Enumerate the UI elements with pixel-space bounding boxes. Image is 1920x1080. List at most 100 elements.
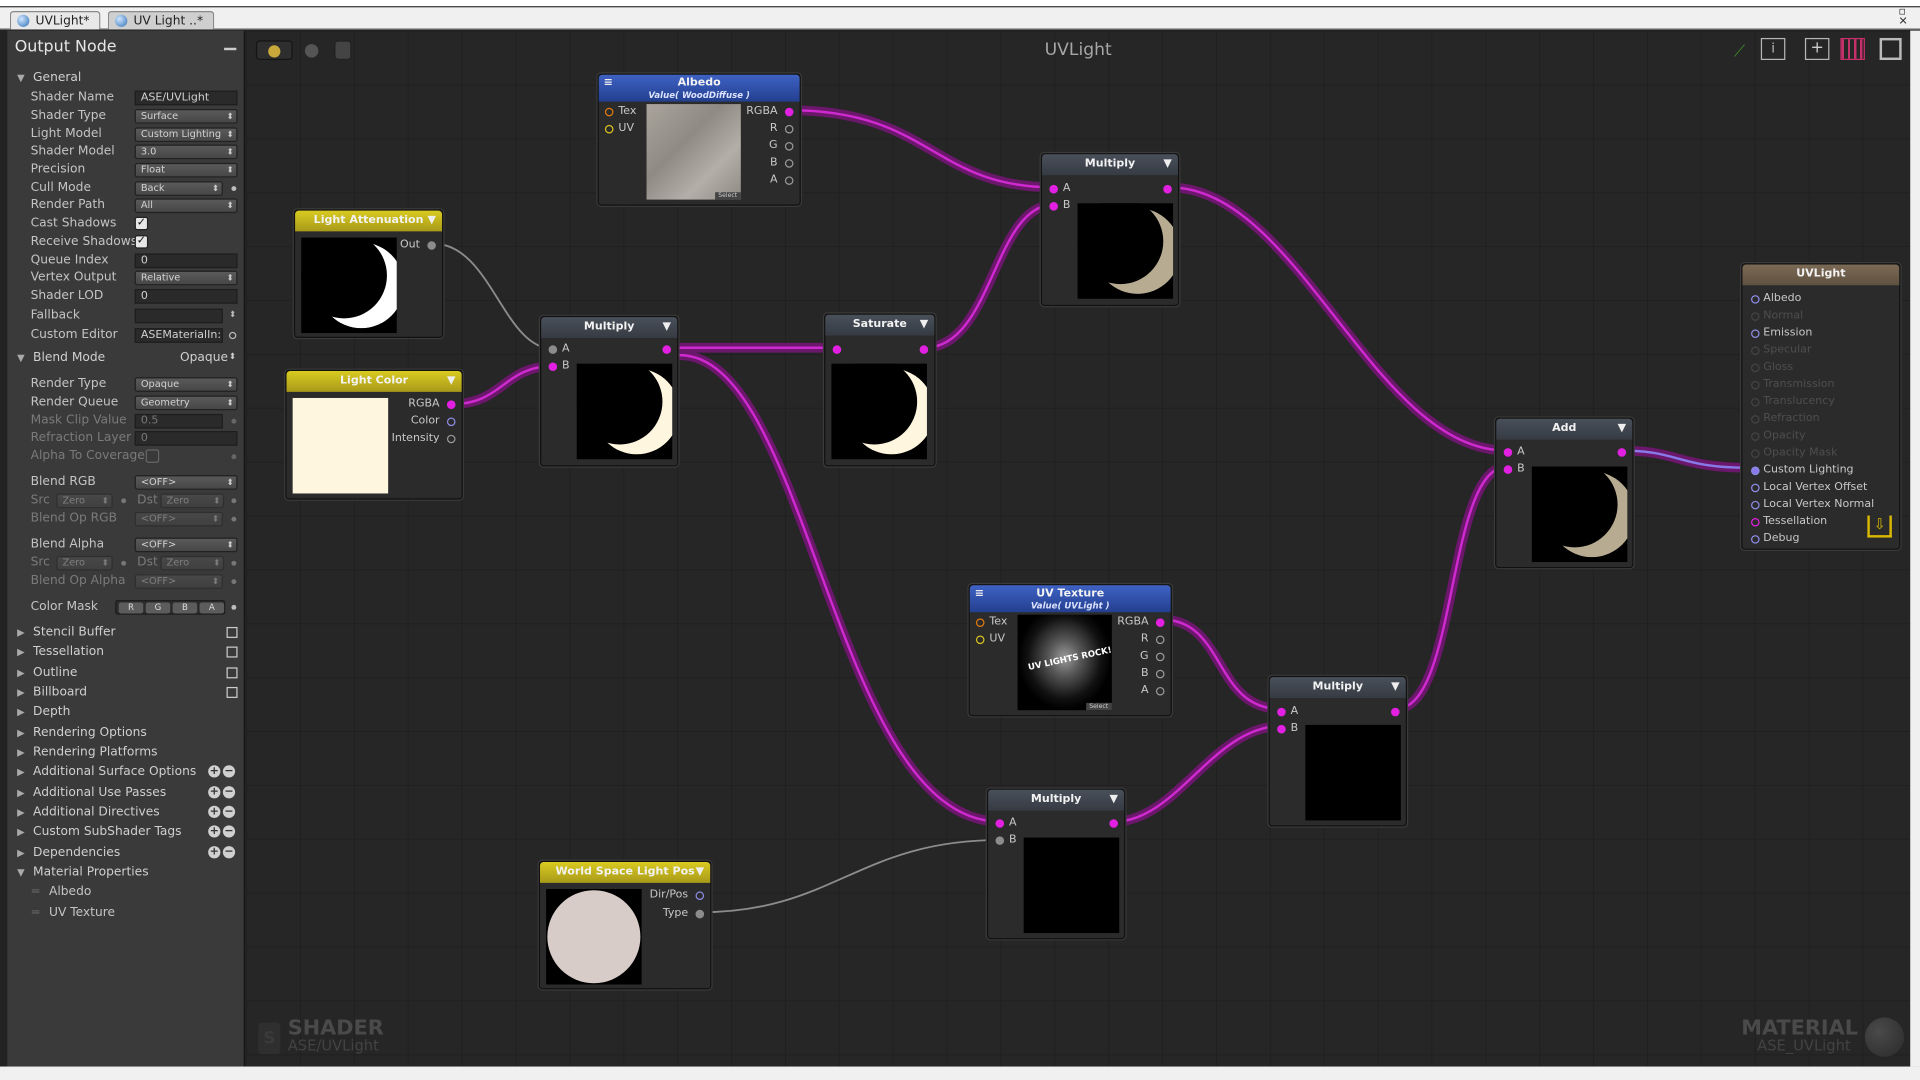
output-pin-icon[interactable] [919,345,929,354]
output-pin-icon[interactable] [662,345,672,354]
input-pin-icon[interactable] [1277,724,1286,734]
remove-icon[interactable]: − [222,846,236,859]
mask-clip-field[interactable]: 0.5 [134,413,223,429]
saturate-node[interactable]: Saturate ▼ [824,313,936,467]
inline-property-dot-icon[interactable] [231,454,237,460]
output-pin-icon[interactable] [446,400,456,409]
world-space-light-pos-node[interactable]: World Space Light Pos ▼ Dir/Pos Type [538,860,712,990]
tab-uvlight[interactable]: UVLight* [9,11,101,30]
section-additional-directives[interactable]: ▶ Additional Directives + − [7,803,245,823]
node-header[interactable]: World Space Light Pos ▼ [540,862,711,883]
color-mask-r-toggle[interactable]: R [118,602,144,614]
chevron-down-icon[interactable]: ▼ [663,317,671,337]
blend-mode-value[interactable]: Opaque [180,351,228,364]
color-mask-b-toggle[interactable]: B [172,602,198,614]
output-pin-icon[interactable] [427,241,436,250]
add-icon[interactable]: + [208,825,221,838]
node-header[interactable]: Multiply ▼ [1042,154,1178,176]
output-pin-icon[interactable] [1391,707,1400,717]
select-texture-button[interactable]: Select [714,192,741,200]
input-pin-icon[interactable] [1751,312,1760,321]
inline-property-dot-icon[interactable] [231,498,237,504]
multiply-node[interactable]: Multiply ▼ A B [1268,675,1407,827]
input-pin-icon[interactable] [1503,465,1513,474]
output-pin-icon[interactable] [784,107,794,117]
section-blend-mode[interactable]: ▼ Blend Mode Opaque ⬍ [7,349,245,369]
enable-checkbox[interactable] [226,626,238,638]
shader-type-dropdown[interactable]: Surface [134,108,238,124]
node-header[interactable]: Light Attenuation ▼ [295,210,443,232]
receive-shadows-checkbox[interactable]: ✓ [134,235,149,249]
output-pin-icon[interactable] [784,176,794,185]
chevron-down-icon[interactable]: ▼ [920,315,928,335]
output-pin-icon[interactable] [1617,448,1627,457]
dst-alpha-dropdown[interactable]: Zero [160,555,225,571]
input-pin-icon[interactable] [1751,517,1760,527]
render-queue-dropdown[interactable]: Geometry [134,395,238,411]
input-pin-icon[interactable] [1751,466,1760,476]
section-rendering-platforms[interactable]: ▶ Rendering Platforms [7,743,245,763]
section-additional-use-passes[interactable]: ▶ Additional Use Passes + − [7,784,245,804]
input-pin-icon[interactable] [1049,184,1058,194]
chevron-down-icon[interactable]: ▼ [1163,154,1171,174]
cast-shadows-checkbox[interactable]: ✓ [134,216,149,231]
input-pin-icon[interactable] [1751,500,1760,510]
multiply-node[interactable]: Multiply ▼ A B [1040,153,1180,307]
inline-property-dot-icon[interactable] [121,498,127,504]
material-property-item[interactable]: ═ UV Texture [7,905,245,922]
output-pin-icon[interactable] [1155,635,1165,645]
output-pin-icon[interactable] [695,891,705,901]
node-header[interactable]: Multiply ▼ [988,789,1125,811]
section-rendering-options[interactable]: ▶ Rendering Options [7,724,245,744]
refraction-layer-field[interactable]: 0 [134,431,238,446]
input-pin-icon[interactable] [1751,432,1760,441]
input-pin-icon[interactable] [975,635,985,645]
add-icon[interactable]: + [208,765,221,778]
input-pin-icon[interactable] [1751,535,1760,544]
reset-custom-editor-icon[interactable] [228,331,237,340]
hamburger-menu-icon[interactable]: ≡ [975,588,984,600]
input-pin-icon[interactable] [1751,449,1760,458]
inline-property-dot-icon[interactable] [231,579,237,585]
uv-texture-node[interactable]: ≡ UV Texture Value( UVLight ) Tex UV UV … [968,584,1172,717]
blend-alpha-dropdown[interactable]: <OFF> [134,537,238,553]
drag-handle-icon[interactable]: ═ [32,885,39,898]
remove-icon[interactable]: − [222,765,236,778]
blend-op-rgb-dropdown[interactable]: <OFF> [134,511,223,527]
add-node[interactable]: Add ▼ A B [1495,417,1634,569]
section-additional-surface-options[interactable]: ▶ Additional Surface Options + − [7,763,245,783]
color-mask-g-toggle[interactable]: G [145,602,171,614]
download-icon[interactable]: ⇩ [1867,515,1892,538]
node-header[interactable]: Multiply ▼ [1269,677,1406,698]
output-pin-icon[interactable] [784,142,794,151]
node-header[interactable]: ≡ Albedo Value( WoodDiffuse ) [598,74,800,102]
node-header[interactable]: Saturate ▼ [825,314,935,336]
input-pin-icon[interactable] [604,124,614,134]
chevron-down-icon[interactable]: ▼ [1391,677,1399,697]
output-pin-icon[interactable] [446,417,456,427]
chevron-down-icon[interactable]: ▼ [696,862,704,882]
input-pin-icon[interactable] [548,362,558,372]
right-scrollbar[interactable] [1910,30,1920,1067]
uvlight-output-node[interactable]: UVLight Albedo Normal Emission Specular … [1741,263,1901,550]
node-header[interactable]: ≡ UV Texture Value( UVLight ) [969,585,1171,613]
chevron-down-icon[interactable]: ▼ [447,371,455,391]
section-material-properties[interactable]: ▼ Material Properties [7,863,245,883]
input-pin-icon[interactable] [832,345,842,354]
remove-icon[interactable]: − [222,825,236,838]
input-pin-icon[interactable] [1049,202,1058,211]
input-pin-icon[interactable] [995,836,1005,845]
src-rgb-dropdown[interactable]: Zero [56,493,113,509]
color-mask-a-toggle[interactable]: A [199,602,225,614]
multiply-node[interactable]: Multiply ▼ A B [540,315,679,467]
node-canvas[interactable]: UVLight ⟋ i + ≡ Albedo Value(WoodDiffus… [246,30,1911,1067]
tab-uvlight-material[interactable]: UV Light ..* [107,11,215,30]
inline-property-dot-icon[interactable] [231,560,237,566]
shader-model-dropdown[interactable]: 3.0 [134,144,238,160]
section-depth[interactable]: ▶ Depth [7,703,245,723]
fallback-field[interactable] [134,308,223,324]
light-model-dropdown[interactable]: Custom Lighting [134,127,238,143]
render-path-dropdown[interactable]: All [134,198,238,214]
shader-name-field[interactable]: ASE/UVLight [134,90,238,106]
material-property-item[interactable]: ═ Albedo [7,884,245,901]
